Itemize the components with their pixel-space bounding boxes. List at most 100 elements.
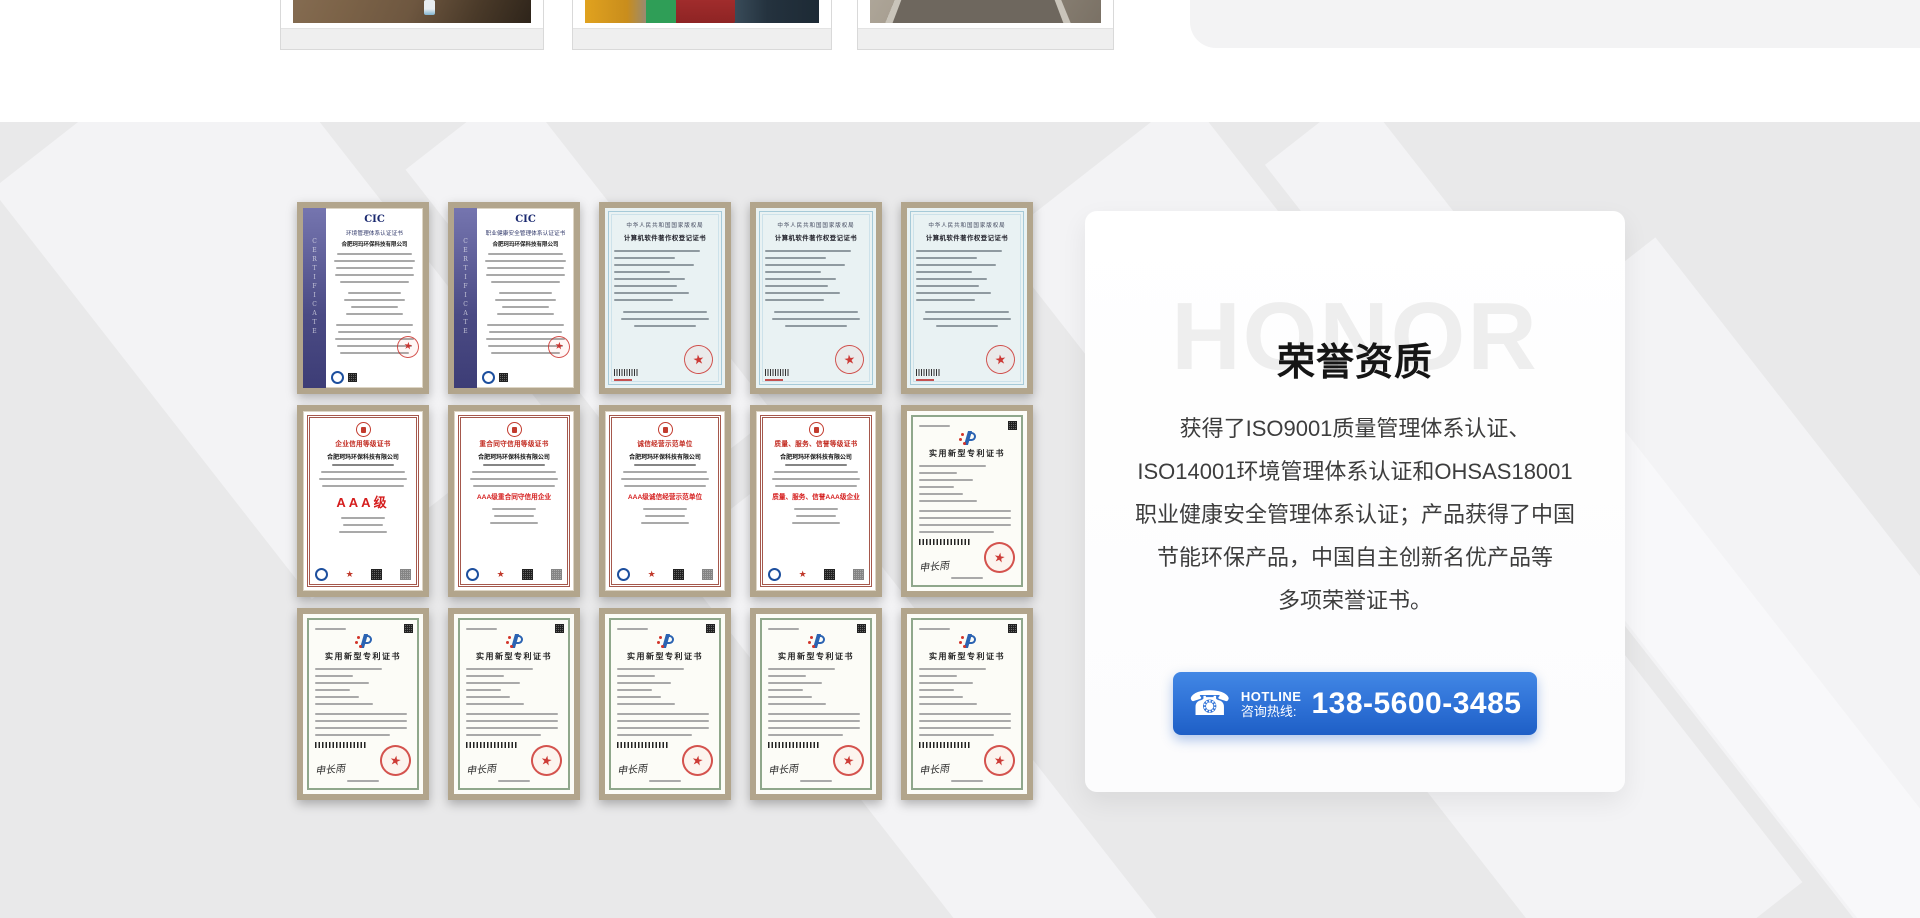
honor-section: CERTIFICATECIC环境管理体系认证证书合肥珂玛环保科技有限公司★CER… xyxy=(0,122,1920,918)
certificate-side-band: CERTIFICATE xyxy=(303,208,326,388)
footer-line xyxy=(800,780,833,782)
phone-icon: ☎ xyxy=(1189,687,1231,721)
barcode-icon xyxy=(617,742,669,748)
cnipa-logo-icon xyxy=(958,634,976,648)
red-emblem-icon xyxy=(809,422,824,437)
certificate-grade-text: 质量、服务、信誉AAA级企业 xyxy=(770,492,861,502)
cnipa-logo-icon xyxy=(807,634,825,648)
qr-code-icon xyxy=(702,569,713,580)
certificate-copyright-card[interactable]: 中华人民共和国国家版权局计算机软件著作权登记证书★ xyxy=(599,202,731,394)
qr-code-icon xyxy=(522,569,533,580)
certificate-side-text: CERTIFICATE xyxy=(462,238,469,337)
red-emblem-icon xyxy=(507,422,522,437)
certificate-title: 职业健康安全管理体系认证证书 xyxy=(484,228,567,237)
qr-code-icon xyxy=(551,569,562,580)
certificates-grid: CERTIFICATECIC环境管理体系认证证书合肥珂玛环保科技有限公司★CER… xyxy=(297,202,1033,800)
certificate-copyright-card[interactable]: 中华人民共和国国家版权局计算机软件著作权登记证书★ xyxy=(901,202,1033,394)
certificate-copyright-card[interactable]: 中华人民共和国国家版权局计算机软件著作权登记证书★ xyxy=(750,202,882,394)
credit-mark-icon xyxy=(315,568,328,581)
barcode-icon xyxy=(315,742,367,748)
certificate-title: 实用新型专利证书 xyxy=(315,651,411,662)
certificate-company: 合肥珂玛环保科技有限公司 xyxy=(331,240,418,248)
qr-code-icon xyxy=(371,569,382,580)
certificate-patent-card[interactable]: 实用新型专利证书申长雨★ xyxy=(448,608,580,800)
gallery-card-footer xyxy=(573,28,831,49)
hotline-number: 138-5600-3485 xyxy=(1311,687,1521,721)
section-title: 荣誉资质 xyxy=(1085,331,1625,386)
cic-logo-text: CIC xyxy=(331,214,418,225)
footer-line xyxy=(951,780,984,782)
cic-mark-icon xyxy=(331,371,344,384)
certificate-patent-card[interactable]: 实用新型专利证书申长雨★ xyxy=(599,608,731,800)
red-seal-icon: ★ xyxy=(396,335,421,360)
commissioner-signature: 申长雨 xyxy=(918,556,949,574)
red-seal-icon: ★ xyxy=(984,343,1017,376)
certificate-company: 合肥珂玛环保科技有限公司 xyxy=(772,451,860,460)
certificate-patent-card[interactable]: 实用新型专利证书申长雨★ xyxy=(901,608,1033,800)
barcode-icon xyxy=(768,742,820,748)
patent-number-line xyxy=(466,628,497,630)
certificate-credit-card[interactable]: 重合同守信用等级证书合肥珂玛环保科技有限公司AAA级重合同守信用企业★ xyxy=(448,405,580,597)
certificate-grade-text: AAA级重合同守信用企业 xyxy=(468,492,559,502)
red-emblem-icon xyxy=(658,422,673,437)
barcode-icon xyxy=(919,742,971,748)
qr-code-icon xyxy=(400,569,411,580)
star-emblem-icon: ★ xyxy=(648,570,656,579)
certificate-title: 实用新型专利证书 xyxy=(768,651,864,662)
qr-code-icon xyxy=(857,624,866,633)
certificate-credit-card[interactable]: 质量、服务、信誉等级证书合肥珂玛环保科技有限公司质量、服务、信誉AAA级企业★ xyxy=(750,405,882,597)
certificate-company: 合肥珂玛环保科技有限公司 xyxy=(319,451,407,460)
certificate-patent-card[interactable]: 实用新型专利证书申长雨★ xyxy=(901,405,1033,597)
patent-number-line xyxy=(315,628,346,630)
certificate-title: 环境管理体系认证证书 xyxy=(333,228,416,237)
certificate-number-line xyxy=(614,379,632,381)
footer-line xyxy=(951,577,984,579)
patent-number-line xyxy=(919,425,950,427)
gallery-card-3[interactable] xyxy=(857,0,1114,50)
gallery-card-footer xyxy=(281,28,543,49)
hotline-label-zh: 咨询热线: xyxy=(1241,704,1297,719)
footer-line xyxy=(347,780,380,782)
footer-line xyxy=(498,780,531,782)
certificate-iso-card[interactable]: CERTIFICATE CIC 职业健康安全管理体系认证证书合肥珂玛环保科技有限公司… xyxy=(448,202,580,394)
red-seal-icon: ★ xyxy=(682,343,715,376)
cic-logo-text: CIC xyxy=(482,214,569,225)
credit-mark-icon xyxy=(768,568,781,581)
honor-description: 获得了ISO9001质量管理体系认证、 ISO14001环境管理体系认证和OHS… xyxy=(1113,407,1597,622)
patent-number-line xyxy=(919,628,950,630)
certificate-title: 实用新型专利证书 xyxy=(617,651,713,662)
commissioner-signature: 申长雨 xyxy=(314,759,345,777)
credit-mark-icon xyxy=(617,568,630,581)
qr-code-icon xyxy=(1008,624,1017,633)
gallery-card-2[interactable] xyxy=(572,0,832,50)
certificate-credit-card[interactable]: 诚信经营示范单位合肥珂玛环保科技有限公司AAA级诚信经营示范单位★ xyxy=(599,405,731,597)
certificate-title: 计算机软件著作权登记证书 xyxy=(766,232,866,242)
qr-code-icon xyxy=(706,624,715,633)
honor-card: HONOR 荣誉资质 获得了ISO9001质量管理体系认证、 ISO14001环… xyxy=(1085,211,1625,792)
certificate-patent-card[interactable]: 实用新型专利证书申长雨★ xyxy=(297,608,429,800)
certificate-iso-card[interactable]: CERTIFICATE CIC 环境管理体系认证证书合肥珂玛环保科技有限公司 ★ xyxy=(297,202,429,394)
certificate-patent-card[interactable]: 实用新型专利证书申长雨★ xyxy=(750,608,882,800)
certificate-company: 合肥珂玛环保科技有限公司 xyxy=(482,240,569,248)
certificate-title: 重合同守信用等级证书 xyxy=(468,439,559,449)
gallery-card-1[interactable] xyxy=(280,0,544,50)
certificate-title: 实用新型专利证书 xyxy=(919,448,1015,459)
red-emblem-icon xyxy=(356,422,371,437)
certificate-title: 企业信用等级证书 xyxy=(317,439,408,449)
adjacent-panel-corner xyxy=(1190,0,1920,48)
hotline-button[interactable]: ☎ HOTLINE 咨询热线: 138-5600-3485 xyxy=(1173,672,1537,735)
certificate-company: 合肥珂玛环保科技有限公司 xyxy=(621,451,709,460)
qr-code-icon xyxy=(853,569,864,580)
credit-mark-icon xyxy=(466,568,479,581)
star-emblem-icon: ★ xyxy=(799,570,807,579)
qr-code-icon xyxy=(499,373,508,382)
qr-code-icon xyxy=(555,624,564,633)
certificate-title: 计算机软件著作权登记证书 xyxy=(615,232,715,242)
barcode-icon xyxy=(765,369,789,376)
certificate-grade-text: AAA级 xyxy=(315,492,411,511)
cnipa-logo-icon xyxy=(354,634,372,648)
qr-code-icon xyxy=(348,373,357,382)
previous-section-strip xyxy=(0,0,1920,122)
barcode-icon xyxy=(919,539,971,545)
certificate-credit-card[interactable]: 企业信用等级证书合肥珂玛环保科技有限公司AAA级★ xyxy=(297,405,429,597)
